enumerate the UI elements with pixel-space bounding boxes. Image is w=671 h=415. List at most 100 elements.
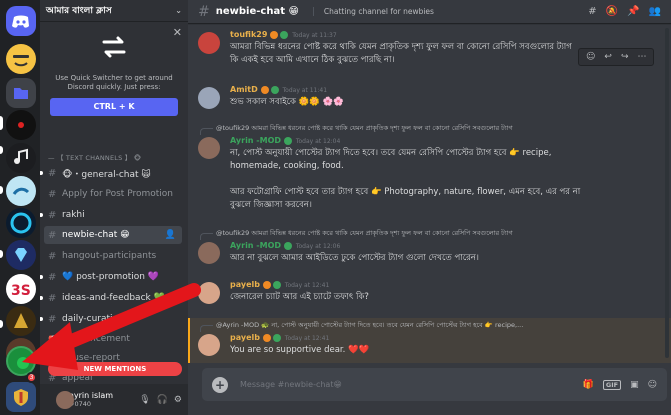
message-timestamp: Today at 12:06 xyxy=(295,243,341,250)
message-timestamp: Today at 12:41 xyxy=(284,335,330,342)
add-member-icon[interactable]: 👤 xyxy=(165,230,176,240)
chevron-down-icon: ⌄ xyxy=(175,6,182,15)
message-author[interactable]: payelb xyxy=(230,333,260,342)
folder-icon[interactable] xyxy=(6,78,36,108)
message-text: না, পোস্ট অনুযায়ী পোস্টের ট্যাগ দিতে হব… xyxy=(230,148,552,158)
sticker-icon[interactable]: ▣ xyxy=(630,380,639,390)
avatar[interactable] xyxy=(198,87,220,109)
channel-announcement[interactable]: 📢 announcement xyxy=(44,330,182,348)
reply-preview[interactable]: @toufik29 আমরা বিভিন্ন ধরনের পোষ্ট করে থ… xyxy=(200,123,513,135)
pin-icon[interactable]: 📌 xyxy=(627,6,639,17)
message-author[interactable]: AmitD xyxy=(230,85,258,94)
reply-preview[interactable]: @toufik29 আমরা বিভিন্ন ধরনের পোষ্ট করে থ… xyxy=(200,228,513,240)
quick-switcher-text: Use Quick Switcher to get around Discord… xyxy=(55,74,173,91)
message-text: আর ফটোগ্রাফি পোস্ট হবে তার ট্যাগ হবে 👉 P… xyxy=(230,187,581,197)
user-panel: ayrin islam #0740 🎙 🎧 ⚙ xyxy=(40,384,188,415)
avatar[interactable] xyxy=(198,137,220,159)
music-server-icon[interactable] xyxy=(6,143,36,173)
channel-sidebar: আমার বাংলা ক্লাস ⌄ ✕ Use Quick Switcher … xyxy=(40,0,188,415)
mention-count-badge: 3 xyxy=(26,372,37,383)
message-ayrin-mod-2[interactable]: @toufik29 আমরা বিভিন্ন ধরনের পোষ্ট করে থ… xyxy=(188,228,671,266)
channel-ideas-feedback[interactable]: # ideas-and-feedback 💚 xyxy=(40,289,182,307)
gold-server-icon[interactable] xyxy=(6,306,36,336)
channel-post-promotion[interactable]: # 💙 post-promotion 💜 xyxy=(40,268,182,286)
message-text: আর না বুঝলে আমার আইডিতে ঢুকে পোস্টের ট্য… xyxy=(230,253,479,263)
channel-apply-promotion[interactable]: # Apply for Post Promotion xyxy=(44,185,182,203)
message-timestamp: Today at 12:41 xyxy=(284,282,330,289)
server-header[interactable]: আমার বাংলা ক্লাস ⌄ xyxy=(40,0,188,22)
swirl-server-icon[interactable] xyxy=(6,176,36,206)
mute-icon[interactable]: 🎙 xyxy=(139,395,150,405)
scrollbar[interactable] xyxy=(665,28,669,358)
more-icon[interactable]: ⋯ xyxy=(637,52,646,62)
message-author[interactable]: toufik29 xyxy=(230,30,267,39)
quick-switcher-tip: ✕ Use Quick Switcher to get around Disco… xyxy=(46,26,182,138)
gif-icon[interactable]: GIF xyxy=(602,379,622,390)
message-ayrin-mod-1[interactable]: @toufik29 আমরা বিভিন্ন ধরনের পোষ্ট করে থ… xyxy=(188,123,671,213)
forward-icon[interactable]: ↪ xyxy=(621,52,629,62)
svg-text:3S: 3S xyxy=(11,283,31,299)
category-text-channels[interactable]: — 【 TEXT CHANNELS 】 🐵 xyxy=(48,152,141,162)
message-composer: + Message #newbie-chat😁 🎁 GIF ▣ ☺ xyxy=(202,368,667,401)
message-actions-bar: ☺ ↩ ↪ ⋯ xyxy=(578,48,655,66)
message-text: You are so supportive dear. ❤️❤️ xyxy=(230,345,370,355)
reply-preview[interactable]: @Ayrin -MOD 🐢 না, পোস্ট অনুযায়ী পোস্টের… xyxy=(199,320,523,332)
message-text: homemade, cooking, food. xyxy=(230,161,344,171)
emoji-server-icon[interactable] xyxy=(6,44,36,74)
channel-rakhi[interactable]: # rakhi xyxy=(40,206,182,224)
emoji-icon[interactable]: ☺ xyxy=(648,380,657,390)
message-author[interactable]: payelb xyxy=(230,280,260,289)
message-text: আমরা বিভিন্ন ধরনের পোষ্ট করে থাকি যেমন প… xyxy=(230,42,572,52)
channel-header: # newbie-chat 😁 Chatting channel for new… xyxy=(188,0,671,24)
chat-area: # newbie-chat 😁 Chatting channel for new… xyxy=(188,0,671,415)
user-tag: #0740 xyxy=(69,399,91,408)
headphones-icon[interactable]: 🎧 xyxy=(157,395,168,405)
add-reaction-icon[interactable]: ☺ xyxy=(586,52,595,62)
avatar[interactable] xyxy=(198,334,220,356)
message-timestamp: Today at 12:04 xyxy=(295,138,341,145)
message-text: কি একই হবে আমি এখানে ঠিক বুঝতে পারছি না। xyxy=(230,55,395,65)
members-icon[interactable]: 👥 xyxy=(649,6,661,17)
channel-general-chat[interactable]: # 🐵・general-chat 🙀 xyxy=(40,164,182,182)
quick-switcher-shortcut-button[interactable]: CTRL + K xyxy=(50,98,178,116)
diamond-server-icon[interactable] xyxy=(6,240,36,270)
server-rail: 3S 3 xyxy=(0,0,40,415)
avatar[interactable] xyxy=(56,390,74,409)
ring-server-icon[interactable] xyxy=(6,208,36,238)
message-amitd[interactable]: AmitD Today at 11:41 শুভ সকাল সবাইকে 🌼🌼 … xyxy=(188,85,671,113)
channel-title: newbie-chat 😁 xyxy=(215,6,299,17)
message-timestamp: Today at 11:37 xyxy=(292,32,337,39)
gear-icon[interactable]: ⚙ xyxy=(174,395,182,405)
shield-server-icon[interactable] xyxy=(6,382,36,412)
notification-bell-icon[interactable]: 🔕 xyxy=(606,6,618,17)
message-payelb-1[interactable]: payelb Today at 12:41 জেনারেল চ্যাট আর এ… xyxy=(188,280,671,308)
channel-newbie-chat[interactable]: # newbie-chat 😁 👤 xyxy=(44,226,182,244)
new-mentions-bar[interactable]: NEW MENTIONS xyxy=(48,362,182,376)
message-text: জেনারেল চ্যাট আর এই চ্যাটে তফাৎ কি? xyxy=(230,292,369,302)
message-text: বুঝলে জিজ্ঞাসা করবেন। xyxy=(230,200,312,210)
dark-server-icon[interactable] xyxy=(6,110,36,140)
avatar[interactable] xyxy=(198,32,220,54)
gift-icon[interactable]: 🎁 xyxy=(583,380,594,390)
upload-plus-icon[interactable]: + xyxy=(212,376,228,393)
threads-icon[interactable]: # xyxy=(588,6,596,17)
message-author[interactable]: Ayrin -MOD xyxy=(230,136,281,145)
reply-icon[interactable]: ↩ xyxy=(604,52,612,62)
message-timestamp: Today at 11:41 xyxy=(282,87,328,94)
channel-hash-icon: # xyxy=(198,3,210,20)
message-text: শুভ সকাল সবাইকে 🌼🌼 🌸🌸 xyxy=(230,97,344,107)
discord-home-icon[interactable] xyxy=(6,6,36,36)
switch-arrows-icon xyxy=(102,36,126,58)
channel-topic: Chatting channel for newbies xyxy=(312,7,434,16)
channel-daily-curations[interactable]: # daily-curations xyxy=(40,310,182,328)
channel-hangout-participants[interactable]: # hangout-participants xyxy=(44,247,182,265)
3s-server-icon[interactable]: 3S xyxy=(6,274,36,304)
discord-window: 3S 3 আমার বাংলা ক্লাস ⌄ ✕ Use Quick Swit… xyxy=(0,0,671,415)
message-input[interactable]: Message #newbie-chat😁 xyxy=(240,380,342,389)
avatar[interactable] xyxy=(198,282,220,304)
avatar[interactable] xyxy=(198,242,220,264)
username: ayrin islam xyxy=(69,390,114,400)
message-payelb-2[interactable]: @Ayrin -MOD 🐢 না, পোস্ট অনুযায়ী পোস্টের… xyxy=(188,320,671,360)
message-author[interactable]: Ayrin -MOD xyxy=(230,241,281,250)
close-icon[interactable]: ✕ xyxy=(173,26,182,39)
